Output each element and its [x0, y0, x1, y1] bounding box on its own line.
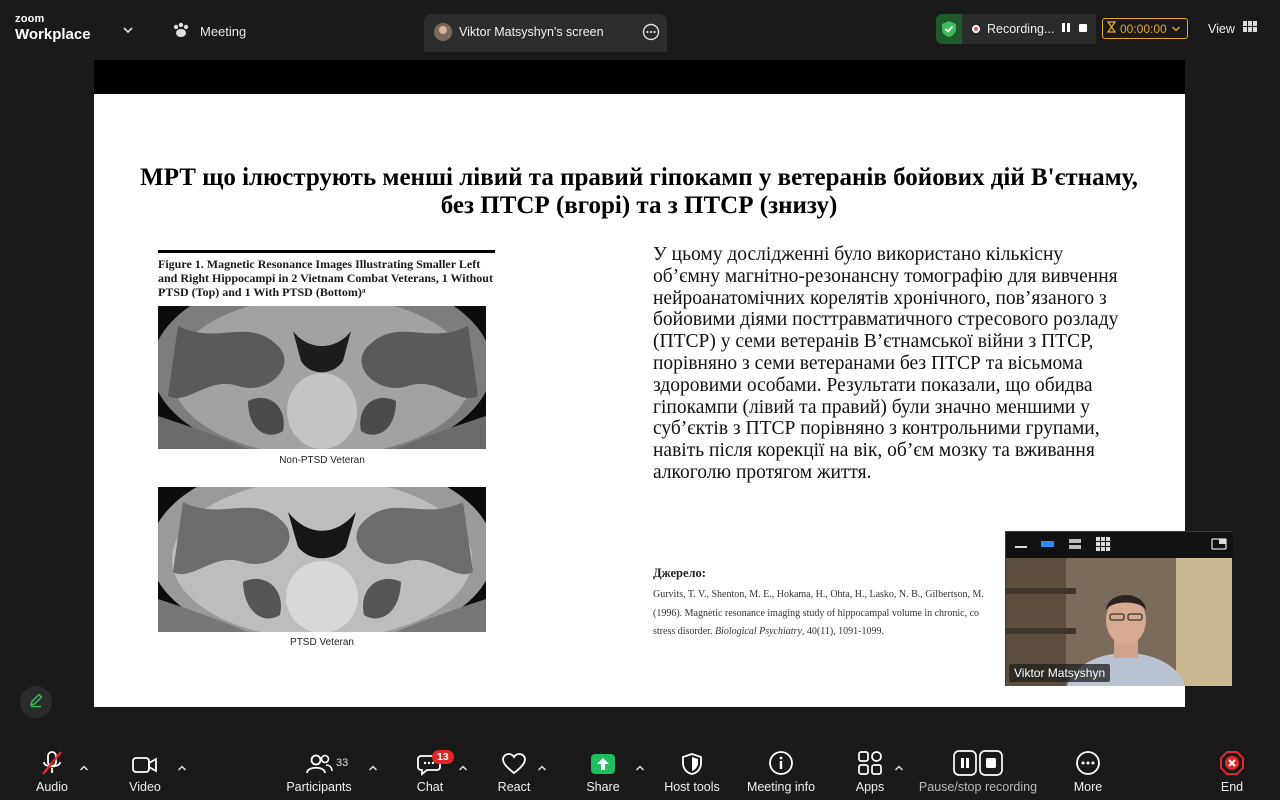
chevron-up-icon[interactable] [537, 760, 547, 771]
chevron-down-icon [1171, 22, 1181, 36]
meeting-toolbar: Audio Video Participants 33 Chat 13 Reac… [0, 742, 1280, 800]
meeting-info-label: Meeting info [746, 780, 816, 794]
mri-image-ptsd [158, 487, 486, 632]
apps-icon [857, 742, 883, 778]
apps-button[interactable]: Apps [852, 742, 888, 800]
chevron-down-icon[interactable] [122, 22, 134, 40]
view-label: View [1208, 21, 1235, 36]
citation-text: stress disorder. [653, 626, 715, 637]
apps-label: Apps [855, 780, 885, 794]
recording-controls: Recording... [936, 14, 1097, 44]
meeting-tab[interactable]: Meeting [172, 22, 246, 41]
pop-out-icon[interactable] [1211, 537, 1227, 556]
pencil-icon [28, 692, 44, 713]
slide-body-text: У цьому дослідженні було використано кіл… [653, 244, 1119, 483]
audio-button[interactable]: Audio [28, 742, 76, 800]
stacked-view-icon[interactable] [1068, 537, 1082, 556]
speaker-view-icon[interactable] [1040, 537, 1056, 556]
share-button[interactable]: Share [583, 742, 623, 800]
mri-image-non-ptsd [158, 306, 486, 449]
audio-label: Audio [36, 780, 68, 794]
end-meeting-button[interactable]: End [1214, 742, 1250, 800]
meeting-timer[interactable]: 00:00:00 [1102, 18, 1188, 39]
host-tools-label: Host tools [664, 780, 720, 794]
react-button[interactable]: React [494, 742, 534, 800]
recording-label: Recording... [987, 22, 1055, 36]
timer-value: 00:00:00 [1120, 21, 1167, 36]
source-heading: Джерело: [653, 566, 706, 580]
gallery-view-icon[interactable] [1096, 537, 1110, 556]
share-label: Share [586, 780, 620, 794]
chevron-up-icon[interactable] [177, 760, 187, 771]
participants-label: Participants [286, 780, 352, 794]
paw-icon [172, 22, 190, 41]
end-label: End [1220, 780, 1244, 794]
chevron-up-icon[interactable] [458, 760, 468, 771]
chat-label: Chat [416, 780, 444, 794]
grid-view-icon [1242, 21, 1257, 36]
figure-caption: Figure 1. Magnetic Resonance Images Illu… [158, 257, 493, 299]
citation-text: , 40(11), 1091-1099. [801, 626, 885, 637]
share-screen-icon [590, 742, 616, 778]
citation-line: stress disorder. Biological Psychiatry, … [653, 623, 1013, 642]
microphone-muted-icon [39, 742, 65, 778]
screen-share-tab[interactable]: Viktor Matsyshyn's screen [424, 14, 667, 52]
citation-line: (1996). Magnetic resonance imaging study… [653, 607, 980, 619]
citation-line: Gurvits, T. V., Shenton, M. E., Hokama, … [653, 589, 984, 600]
figure-rule [158, 250, 495, 253]
video-label: Video [129, 780, 161, 794]
hourglass-icon [1106, 21, 1117, 36]
recording-status[interactable]: Recording... [962, 14, 1097, 44]
participant-video: Viktor Matsyshyn [1006, 558, 1232, 686]
minimize-icon[interactable] [1014, 537, 1028, 556]
mri-label-non-ptsd: Non-PTSD Veteran [279, 455, 365, 466]
chevron-up-icon[interactable] [635, 760, 645, 771]
annotate-pen-button[interactable] [20, 686, 52, 718]
more-options-icon[interactable] [642, 23, 660, 46]
more-button[interactable]: More [1070, 742, 1106, 800]
share-tab-label: Viktor Matsyshyn's screen [459, 25, 604, 39]
info-icon [768, 742, 794, 778]
stop-icon[interactable] [1078, 22, 1088, 36]
more-icon [1075, 742, 1101, 778]
zoom-workplace-logo[interactable]: zoom Workplace [15, 13, 91, 43]
meeting-label: Meeting [200, 24, 247, 39]
brand-zoom: zoom [15, 13, 45, 25]
brand-workplace: Workplace [15, 26, 91, 43]
participant-video-tile[interactable]: Viktor Matsyshyn [1005, 531, 1233, 686]
slide-title: МРТ що ілюструють менші лівий та правий … [140, 164, 1138, 219]
security-shield-icon[interactable] [936, 14, 962, 44]
participants-button[interactable]: Participants [283, 742, 355, 800]
video-tile-controls [1006, 532, 1233, 558]
more-label: More [1073, 780, 1103, 794]
pause-stop-icon [953, 742, 1003, 778]
chat-unread-badge: 13 [432, 750, 454, 764]
participants-count: 33 [336, 757, 349, 769]
react-label: React [497, 780, 531, 794]
chevron-up-icon[interactable] [79, 760, 89, 771]
video-camera-icon [131, 742, 159, 778]
recording-dot-icon [972, 25, 980, 33]
top-bar: zoom Workplace Meeting Viktor Matsyshyn'… [0, 0, 1280, 56]
meeting-info-button[interactable]: Meeting info [744, 742, 818, 800]
journal-name: Biological Psychiatry [714, 626, 802, 637]
pause-icon[interactable] [1061, 22, 1071, 36]
shield-icon [681, 742, 703, 778]
participant-name: Viktor Matsyshyn [1009, 664, 1111, 682]
video-button[interactable]: Video [120, 742, 170, 800]
chevron-up-icon[interactable] [894, 760, 904, 771]
host-tools-button[interactable]: Host tools [662, 742, 722, 800]
mri-label-ptsd: PTSD Veteran [290, 637, 354, 648]
chevron-up-icon[interactable] [368, 760, 378, 771]
view-button[interactable]: View [1208, 21, 1257, 36]
pause-stop-recording-button[interactable]: Pause/stop recording [918, 742, 1038, 800]
avatar [434, 23, 452, 41]
source-citation: Gurvits, T. V., Shenton, M. E., Hokama, … [653, 586, 1013, 642]
heart-icon [501, 742, 527, 778]
participants-icon [304, 742, 334, 778]
end-call-icon [1219, 742, 1245, 778]
pause-stop-label: Pause/stop recording [918, 780, 1038, 794]
